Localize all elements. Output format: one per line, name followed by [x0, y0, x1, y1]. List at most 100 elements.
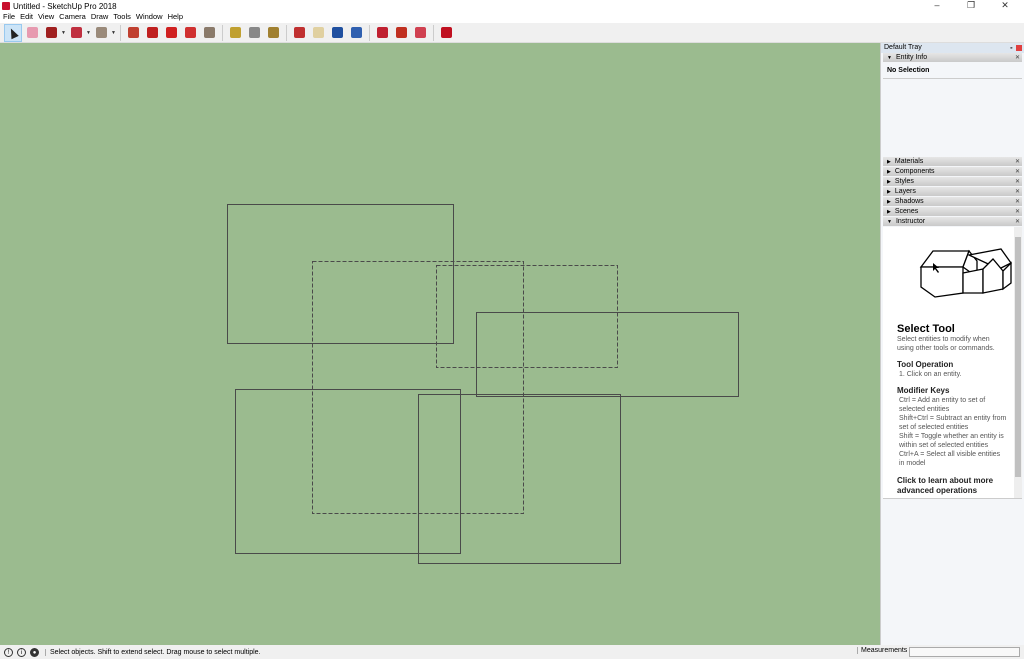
orbit-icon: [293, 27, 305, 38]
panel-close-icon[interactable]: ✕: [1015, 217, 1020, 227]
status-text: Select objects. Shift to extend select. …: [45, 648, 261, 656]
toolbar-separator: [120, 24, 121, 41]
pencil-icon: [45, 27, 57, 38]
modifier-keys-heading: Modifier Keys: [897, 386, 950, 395]
measurements-label: Measurements: [857, 647, 907, 654]
panel-close-icon[interactable]: ✕: [1015, 197, 1020, 207]
menu-file[interactable]: File: [0, 12, 17, 23]
tool-operation-heading: Tool Operation: [897, 360, 954, 369]
panel-layers[interactable]: ▶ Layers ✕: [883, 187, 1022, 197]
pan-icon: [312, 27, 324, 38]
eraser-tool-button[interactable]: [23, 24, 41, 42]
advanced-operations-link[interactable]: Click to learn about more advanced opera…: [897, 476, 1007, 496]
dropdown-arrow-icon[interactable]: ▼: [111, 30, 117, 36]
rectangle-face[interactable]: [476, 312, 739, 397]
scale-tool-button[interactable]: [200, 24, 218, 42]
extension-manager-tool-button[interactable]: [437, 24, 455, 42]
paint-bucket-tool-button[interactable]: [264, 24, 282, 42]
extension-warehouse-tool-button[interactable]: [392, 24, 410, 42]
text-icon: [248, 27, 260, 38]
move-icon: [165, 27, 177, 38]
rectangle-face[interactable]: [418, 394, 621, 564]
collapsed-arrow-icon: ▶: [887, 159, 891, 165]
tray-header: Default Tray ⁍: [881, 43, 1024, 53]
pan-tool-button[interactable]: [309, 24, 327, 42]
select-icon: [7, 26, 19, 39]
maximize-button[interactable]: ❐: [954, 0, 988, 11]
measurements-input[interactable]: [909, 647, 1020, 657]
menu-window[interactable]: Window: [133, 12, 165, 23]
zoom-icon: [331, 27, 343, 38]
menu-help[interactable]: Help: [165, 12, 185, 23]
user-icon[interactable]: ●: [30, 647, 39, 657]
tape-measure-tool-button[interactable]: [226, 24, 244, 42]
collapsed-arrow-icon: ▶: [887, 199, 891, 205]
collapsed-arrow-icon: ▶: [887, 179, 891, 185]
menu-view[interactable]: View: [35, 12, 56, 23]
rectangle-tool-button[interactable]: [92, 24, 110, 42]
drawing-canvas[interactable]: [0, 43, 880, 645]
model-geometry: [227, 204, 739, 564]
panel-label: Scenes: [894, 208, 919, 215]
panel-label: Materials: [894, 158, 924, 165]
instructor-content: Select Tool Select entities to modify wh…: [883, 227, 1022, 499]
panel-label: Entity Info: [895, 54, 928, 61]
rotate-tool-button[interactable]: [181, 24, 199, 42]
rectangle-face[interactable]: [227, 204, 454, 344]
panel-materials[interactable]: ▶ Materials ✕: [883, 157, 1022, 167]
panel-label: Shadows: [894, 198, 924, 205]
offset-tool-button[interactable]: [143, 24, 161, 42]
instructor-scrollbar[interactable]: [1014, 227, 1022, 498]
menu-camera[interactable]: Camera: [56, 12, 88, 23]
menu-draw[interactable]: Draw: [88, 12, 111, 23]
3d-warehouse-icon: [376, 27, 388, 38]
panel-instructor[interactable]: ▼ Instructor ✕: [883, 217, 1022, 227]
tape-measure-icon: [229, 27, 241, 38]
panel-shadows[interactable]: ▶ Shadows ✕: [883, 197, 1022, 207]
no-selection-text: No Selection: [883, 63, 1022, 79]
hidden-rectangle[interactable]: [436, 265, 618, 368]
entity-info-body: No Selection: [883, 63, 1022, 157]
modifier-line: Ctrl = Add an entity to set of selected …: [899, 397, 986, 413]
instructor-title: Select Tool: [897, 323, 955, 335]
move-tool-button[interactable]: [162, 24, 180, 42]
menu-tools[interactable]: Tools: [110, 12, 133, 23]
window-title: Untitled - SketchUp Pro 2018: [13, 1, 117, 11]
panel-close-icon[interactable]: ✕: [1015, 207, 1020, 217]
credits-icon[interactable]: i: [17, 647, 26, 657]
status-bar: ! i ● Select objects. Shift to extend se…: [0, 645, 1024, 659]
select-tool-button[interactable]: [4, 23, 22, 42]
minimize-button[interactable]: –: [920, 0, 954, 11]
modifier-line: Ctrl+A = Select all visible entities in …: [899, 451, 1001, 467]
close-button[interactable]: ✕: [988, 0, 1022, 11]
panel-close-icon[interactable]: ✕: [1015, 53, 1020, 63]
text-tool-button[interactable]: [245, 24, 263, 42]
panel-close-icon[interactable]: ✕: [1015, 157, 1020, 167]
geolocation-icon[interactable]: !: [4, 647, 13, 657]
orbit-tool-button[interactable]: [290, 24, 308, 42]
modifier-line: Shift = Toggle whether an entity is with…: [899, 433, 1004, 449]
tray-close-icon[interactable]: [1016, 45, 1022, 51]
zoom-extents-tool-button[interactable]: [347, 24, 365, 42]
rectangle-face[interactable]: [235, 389, 461, 554]
panel-close-icon[interactable]: ✕: [1015, 167, 1020, 177]
menu-edit[interactable]: Edit: [17, 12, 35, 23]
panel-entity-info[interactable]: ▼ Entity Info ✕: [883, 53, 1022, 63]
send-to-layout-tool-button[interactable]: [411, 24, 429, 42]
panel-close-icon[interactable]: ✕: [1015, 187, 1020, 197]
house-illustration: [919, 248, 1012, 298]
collapsed-arrow-icon: ▶: [887, 189, 891, 195]
zoom-tool-button[interactable]: [328, 24, 346, 42]
instructor-description: Select entities to modify when using oth…: [897, 336, 995, 352]
push-pull-tool-button[interactable]: [124, 24, 142, 42]
3d-warehouse-tool-button[interactable]: [373, 24, 391, 42]
menu-bar: File Edit View Camera Draw Tools Window …: [0, 12, 185, 23]
panel-styles[interactable]: ▶ Styles ✕: [883, 177, 1022, 187]
pencil-tool-button[interactable]: [42, 24, 60, 42]
zoom-extents-icon: [350, 27, 362, 38]
panel-components[interactable]: ▶ Components ✕: [883, 167, 1022, 177]
panel-scenes[interactable]: ▶ Scenes ✕: [883, 207, 1022, 217]
panel-close-icon[interactable]: ✕: [1015, 177, 1020, 187]
push-pull-icon: [127, 27, 139, 38]
arc-tool-button[interactable]: [67, 24, 85, 42]
